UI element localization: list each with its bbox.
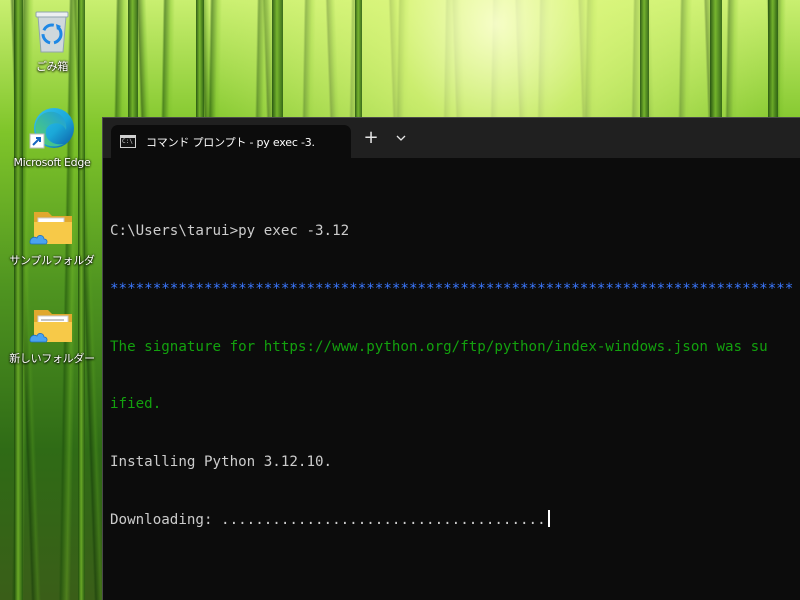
recycle-bin-icon <box>35 11 69 53</box>
bamboo-stalk <box>78 0 85 600</box>
desktop-icon-recycle-bin[interactable]: ごみ箱 <box>4 8 100 74</box>
terminal-line-installing: Installing Python 3.12.10. <box>110 453 333 470</box>
desktop-icon-edge[interactable]: Microsoft Edge <box>4 104 100 169</box>
folder-icon <box>29 212 72 245</box>
new-tab-button[interactable]: + <box>361 128 381 148</box>
folder-icon <box>29 310 72 343</box>
desktop-icon-label: サンプルフォルダ <box>9 254 95 267</box>
chevron-down-icon <box>396 135 406 141</box>
desktop-icon-label: 新しいフォルダー <box>9 352 95 365</box>
tab-command-prompt[interactable]: コマンド プロンプト - py exec -3.12 <box>111 125 351 158</box>
bamboo-stalk <box>14 0 23 600</box>
text-cursor <box>547 510 550 528</box>
terminal-line-separator: ****************************************… <box>110 281 794 297</box>
terminal-window[interactable]: コマンド プロンプト - py exec -3.12 + C:\Users\ta… <box>102 117 800 600</box>
terminal-line-downloading: Downloading: ...........................… <box>110 510 800 529</box>
terminal-line-signature-cont: ified. <box>110 396 162 413</box>
tab-dropdown-button[interactable] <box>391 128 411 148</box>
edge-icon <box>29 108 74 149</box>
terminal-titlebar[interactable]: コマンド プロンプト - py exec -3.12 + <box>103 118 800 158</box>
desktop-icon-sample-folder[interactable]: サンプルフォルダ <box>4 208 100 268</box>
downloading-text: Downloading: ...........................… <box>110 512 546 529</box>
terminal-output[interactable]: C:\Users\tarui>py exec -3.12 ***********… <box>110 184 800 568</box>
desktop-icon-label: Microsoft Edge <box>13 156 91 169</box>
desktop-icon-label: ごみ箱 <box>35 60 69 73</box>
command-prompt-icon <box>120 135 136 148</box>
tab-title: コマンド プロンプト - py exec -3.12 <box>146 135 316 149</box>
desktop-icon-new-folder[interactable]: 新しいフォルダー <box>4 306 100 366</box>
terminal-line-command: C:\Users\tarui>py exec -3.12 <box>110 223 350 240</box>
terminal-line-signature: The signature for https://www.python.org… <box>110 338 768 355</box>
